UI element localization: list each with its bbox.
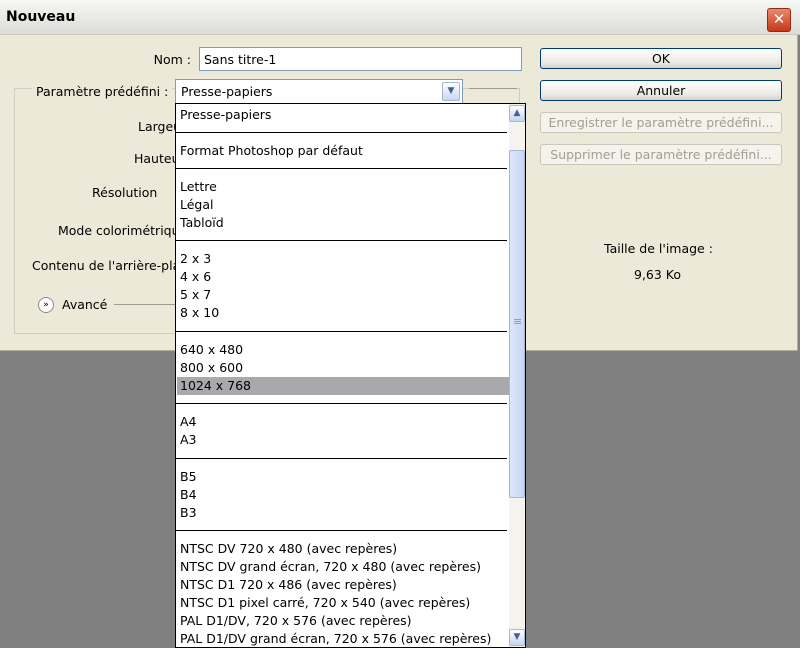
list-separator (176, 331, 507, 332)
list-item[interactable]: 800 x 600 (180, 359, 243, 377)
list-item[interactable]: Format Photoshop par défaut (180, 142, 363, 160)
list-item[interactable]: PAL D1/DV grand écran, 720 x 576 (avec r… (180, 630, 491, 647)
scroll-down-icon[interactable]: ▼ (509, 629, 525, 646)
delete-preset-button[interactable]: Supprimer le paramètre prédéfini... (540, 144, 782, 165)
divider (114, 304, 176, 305)
list-item[interactable]: Légal (180, 196, 214, 214)
list-separator (176, 458, 507, 459)
ok-button[interactable]: OK (540, 48, 782, 69)
scroll-up-icon[interactable]: ▲ (509, 105, 525, 122)
list-separator (176, 168, 507, 169)
preset-select-value: Presse-papiers (181, 84, 273, 99)
list-separator (176, 403, 507, 404)
expand-advanced-icon[interactable]: » (38, 297, 54, 313)
title-bar[interactable]: Nouveau ✕ (0, 0, 800, 35)
nom-label: Nom : (153, 52, 191, 67)
close-icon[interactable]: ✕ (767, 8, 791, 32)
list-item[interactable]: B3 (180, 504, 197, 522)
preset-label: Paramètre prédéfini : (32, 84, 173, 99)
cancel-button[interactable]: Annuler (540, 80, 782, 101)
list-item[interactable]: 5 x 7 (180, 286, 211, 304)
list-item[interactable]: NTSC DV 720 x 480 (avec repères) (180, 540, 397, 558)
list-item[interactable]: A3 (180, 431, 197, 449)
avance-label[interactable]: Avancé (62, 297, 107, 312)
list-item[interactable]: Lettre (180, 178, 217, 196)
list-item[interactable]: A4 (180, 413, 197, 431)
list-item[interactable]: 2 x 3 (180, 250, 211, 268)
scrollbar-thumb[interactable] (509, 150, 525, 498)
window-title: Nouveau (6, 9, 76, 25)
nom-input[interactable] (199, 47, 522, 71)
divider (469, 88, 517, 89)
list-item[interactable]: 8 x 10 (180, 304, 219, 322)
list-scrollbar[interactable]: ▲ ▼ (509, 104, 525, 647)
list-item-selected[interactable]: 1024 x 768 (177, 377, 509, 395)
list-item[interactable]: NTSC DV grand écran, 720 x 480 (avec rep… (180, 558, 481, 576)
resolution-label: Résolution (92, 185, 158, 200)
list-separator (176, 240, 507, 241)
mode-label: Mode colorimétrique (58, 223, 188, 238)
list-item[interactable]: Tabloïd (180, 214, 224, 232)
image-size-value: 9,63 Ko (634, 267, 682, 282)
list-item[interactable]: B4 (180, 486, 197, 504)
list-item[interactable]: 4 x 6 (180, 268, 211, 286)
preset-select[interactable]: Presse-papiers ▼ (175, 79, 463, 104)
save-preset-button[interactable]: Enregistrer le paramètre prédéfini... (540, 112, 782, 133)
list-item[interactable]: NTSC D1 pixel carré, 720 x 540 (avec rep… (180, 594, 470, 612)
image-size-label: Taille de l'image : (604, 241, 713, 256)
list-item[interactable]: Presse-papiers (180, 106, 271, 124)
list-separator (176, 530, 507, 531)
list-item[interactable]: PAL D1/DV, 720 x 576 (avec repères) (180, 612, 412, 630)
grip-icon (514, 319, 521, 325)
contenu-label: Contenu de l'arrière-plan (32, 258, 189, 273)
chevron-down-icon[interactable]: ▼ (442, 82, 460, 101)
list-item[interactable]: B5 (180, 468, 197, 486)
list-item[interactable]: 640 x 480 (180, 341, 243, 359)
preset-dropdown-list[interactable]: Presse-papiers Format Photoshop par défa… (175, 103, 526, 648)
list-separator (176, 132, 507, 133)
list-item[interactable]: NTSC D1 720 x 486 (avec repères) (180, 576, 397, 594)
